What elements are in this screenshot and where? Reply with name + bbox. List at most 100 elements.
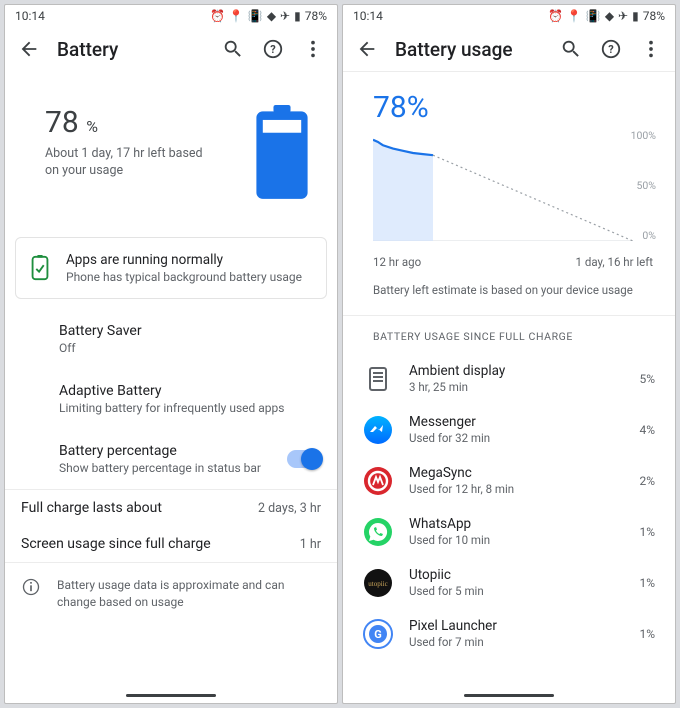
- status-icons: ⏰ 📍 📳 ◆ ✈ ▮ 78%: [548, 10, 665, 22]
- battery-percentage-large: 78 %: [45, 105, 247, 140]
- app-icon: G: [363, 619, 393, 649]
- percent-sign: %: [86, 117, 98, 136]
- y-label-0: 0%: [642, 229, 656, 242]
- wifi-icon: ◆: [605, 10, 614, 22]
- x-end-label: 1 day, 16 hr left: [576, 255, 653, 269]
- info-icon: [21, 577, 41, 597]
- adaptive-battery-row[interactable]: Adaptive Battery Limiting battery for in…: [5, 369, 337, 429]
- battery-percentage-toggle[interactable]: [287, 450, 321, 468]
- app-bar: Battery usage ?: [343, 27, 675, 71]
- battery-percentage-large: 78%: [343, 72, 675, 131]
- chart-svg: [373, 131, 633, 241]
- app-usage-list: Ambient display3 hr, 25 min5%MessengerUs…: [343, 353, 675, 659]
- svg-text:utopiic: utopiic: [368, 580, 387, 588]
- vibrate-icon: 📳: [586, 10, 601, 22]
- overflow-button[interactable]: [301, 37, 325, 61]
- app-icon: [363, 364, 393, 394]
- vibrate-icon: 📳: [248, 10, 263, 22]
- svg-text:?: ?: [608, 43, 614, 56]
- card-subtitle: Phone has typical background battery usa…: [66, 270, 302, 284]
- help-button[interactable]: ?: [261, 37, 285, 61]
- app-pct: 1%: [639, 525, 655, 539]
- row-label: Adaptive Battery: [59, 383, 321, 399]
- battery-icon: ▮: [294, 10, 301, 22]
- row-sub: Off: [59, 341, 321, 355]
- app-sub: 3 hr, 25 min: [409, 380, 623, 394]
- footnote-text: Battery usage data is approximate and ca…: [57, 577, 321, 611]
- wifi-icon: ◆: [267, 10, 276, 22]
- status-battery-text: 78%: [643, 10, 665, 22]
- app-usage-row[interactable]: MessengerUsed for 32 min4%: [343, 404, 675, 455]
- nav-pill[interactable]: [126, 694, 216, 697]
- status-battery-text: 78%: [305, 10, 327, 22]
- battery-pct-number: 78: [45, 105, 79, 140]
- chart-note: Battery left estimate is based on your d…: [343, 269, 675, 315]
- apps-normal-card[interactable]: Apps are running normally Phone has typi…: [15, 237, 327, 299]
- battery-large-icon: [247, 105, 317, 201]
- svg-text:?: ?: [270, 43, 276, 56]
- battery-chart[interactable]: 100% 50% 0%: [373, 131, 655, 249]
- battery-check-icon: [30, 255, 50, 281]
- row-label: Screen usage since full charge: [21, 536, 288, 552]
- location-icon: 📍: [229, 10, 244, 22]
- help-icon: ?: [600, 38, 622, 60]
- app-pct: 1%: [639, 627, 655, 641]
- status-time: 10:14: [353, 9, 383, 23]
- status-bar: 10:14 ⏰ 📍 📳 ◆ ✈ ▮ 78%: [5, 5, 337, 27]
- content: 78 % About 1 day, 17 hr left based on yo…: [5, 71, 337, 703]
- status-time: 10:14: [15, 9, 45, 23]
- app-usage-row[interactable]: WhatsAppUsed for 10 min1%: [343, 506, 675, 557]
- app-usage-row[interactable]: GPixel LauncherUsed for 7 min1%: [343, 608, 675, 659]
- help-button[interactable]: ?: [599, 37, 623, 61]
- battery-estimate-text: About 1 day, 17 hr left based on your us…: [45, 146, 205, 180]
- search-button[interactable]: [559, 37, 583, 61]
- battery-settings-screen: 10:14 ⏰ 📍 📳 ◆ ✈ ▮ 78% Battery ?: [4, 4, 338, 704]
- page-title: Battery usage: [395, 38, 543, 61]
- alarm-icon: ⏰: [210, 10, 225, 22]
- row-label: Full charge lasts about: [21, 500, 246, 516]
- full-charge-row[interactable]: Full charge lasts about 2 days, 3 hr: [5, 490, 337, 526]
- app-pct: 1%: [639, 576, 655, 590]
- content: 78% 100% 50% 0% 12 hr ago 1 day, 16 hr l…: [343, 72, 675, 703]
- back-arrow-icon: [356, 38, 378, 60]
- alarm-icon: ⏰: [548, 10, 563, 22]
- y-label-100: 100%: [631, 129, 656, 142]
- battery-icon: ▮: [632, 10, 639, 22]
- overflow-button[interactable]: [639, 37, 663, 61]
- app-name: Utopiic: [409, 567, 623, 583]
- back-button[interactable]: [355, 37, 379, 61]
- app-usage-row[interactable]: utopiic UtopiicUsed for 5 min 1%: [343, 557, 675, 608]
- battery-saver-row[interactable]: Battery Saver Off: [5, 309, 337, 369]
- app-usage-row[interactable]: Ambient display3 hr, 25 min5%: [343, 353, 675, 404]
- row-value: 1 hr: [300, 537, 321, 552]
- app-sub: Used for 7 min: [409, 635, 623, 649]
- airplane-icon: ✈: [280, 10, 290, 22]
- search-button[interactable]: [221, 37, 245, 61]
- app-name: Messenger: [409, 414, 623, 430]
- app-pct: 5%: [639, 372, 655, 386]
- back-button[interactable]: [17, 37, 41, 61]
- app-pct: 4%: [639, 423, 655, 437]
- search-icon: [222, 38, 244, 60]
- more-vert-icon: [640, 38, 662, 60]
- app-sub: Used for 5 min: [409, 584, 623, 598]
- battery-hero: 78 % About 1 day, 17 hr left based on yo…: [5, 71, 337, 227]
- app-sub: Used for 10 min: [409, 533, 623, 547]
- svg-text:G: G: [374, 628, 382, 641]
- app-usage-row[interactable]: MegaSyncUsed for 12 hr, 8 min2%: [343, 455, 675, 506]
- app-icon: [363, 517, 393, 547]
- status-bar: 10:14 ⏰ 📍 📳 ◆ ✈ ▮ 78%: [343, 5, 675, 27]
- row-sub: Limiting battery for infrequently used a…: [59, 401, 321, 415]
- battery-percentage-row[interactable]: Battery percentage Show battery percenta…: [5, 429, 337, 489]
- more-vert-icon: [302, 38, 324, 60]
- app-icon: utopiic: [363, 568, 393, 598]
- usage-list-header: BATTERY USAGE SINCE FULL CHARGE: [343, 316, 675, 353]
- chart-x-labels: 12 hr ago 1 day, 16 hr left: [373, 255, 653, 269]
- page-title: Battery: [57, 38, 205, 61]
- location-icon: 📍: [567, 10, 582, 22]
- search-icon: [560, 38, 582, 60]
- card-title: Apps are running normally: [66, 252, 302, 268]
- nav-pill[interactable]: [464, 694, 554, 697]
- airplane-icon: ✈: [618, 10, 628, 22]
- screen-usage-row[interactable]: Screen usage since full charge 1 hr: [5, 526, 337, 562]
